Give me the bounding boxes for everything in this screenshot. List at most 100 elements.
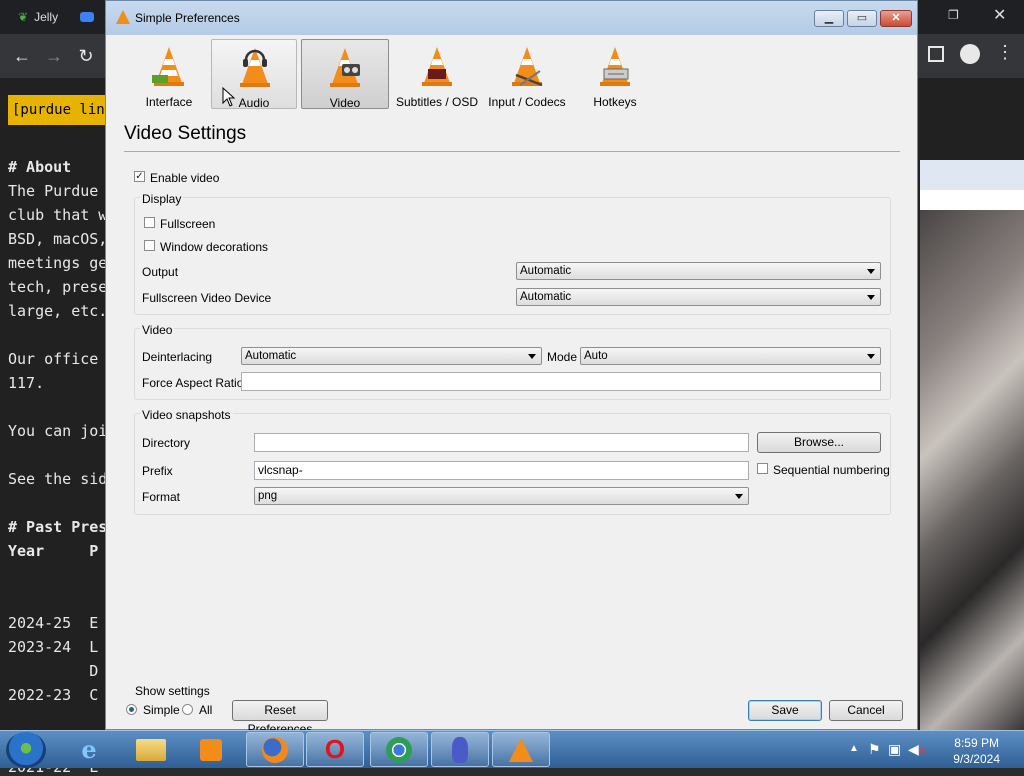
right-panel-strip	[920, 160, 1024, 190]
mode-label: Mode	[547, 350, 578, 364]
chevron-down-icon	[867, 295, 875, 300]
forward-arrow-icon[interactable]: →	[42, 44, 66, 68]
aspect-ratio-input[interactable]	[241, 372, 881, 391]
enable-video-checkbox[interactable]: ✓	[134, 171, 145, 182]
video-group-title: Video	[140, 323, 175, 337]
dialog-title: Simple Preferences	[135, 11, 240, 25]
format-dropdown[interactable]: png	[254, 487, 749, 505]
browse-button[interactable]: Browse...	[757, 432, 881, 453]
browser-tab-jelly[interactable]: ❦ Jelly	[18, 6, 58, 28]
close-button[interactable]: ✕	[880, 10, 912, 27]
save-button[interactable]: Save	[748, 700, 822, 721]
prefix-input[interactable]: vlcsnap-	[254, 461, 749, 480]
mouse-cursor-icon	[222, 87, 236, 107]
kebab-menu-icon[interactable]: ⋮	[996, 42, 1014, 63]
restore-icon[interactable]: ❐	[948, 4, 959, 26]
output-dropdown[interactable]: Automatic	[516, 262, 881, 280]
all-radio[interactable]	[182, 704, 193, 715]
background-text-line: The Purdue	[8, 182, 99, 200]
tab-hotkeys[interactable]: Hotkeys	[572, 39, 658, 109]
system-tray: ▲ ⚑ ▣ ◀✕ 8:59 PM 9/3/2024	[834, 731, 1024, 768]
window-decorations-label: Window decorations	[160, 240, 269, 254]
opera-icon[interactable]: O	[306, 732, 364, 767]
profile-avatar-icon[interactable]	[960, 44, 980, 64]
simple-radio[interactable]	[126, 704, 137, 715]
reload-icon[interactable]: ↻	[74, 44, 98, 68]
network-icon[interactable]: ▣	[888, 741, 901, 758]
video-cone-icon	[330, 48, 360, 87]
background-text-line: 117.	[8, 374, 45, 392]
hotkeys-cone-icon	[600, 47, 630, 86]
prefix-label: Prefix	[142, 464, 173, 478]
show-settings-title: Show settings	[135, 684, 210, 698]
tab-label: Interface	[145, 95, 193, 109]
chrome-icon[interactable]	[370, 732, 428, 767]
interface-cone-icon	[152, 47, 184, 86]
fullscreen-checkbox[interactable]	[144, 217, 155, 228]
close-icon[interactable]: ✕	[993, 4, 1006, 26]
browser-tab-2[interactable]	[80, 6, 94, 28]
deinterlacing-value: Automatic	[245, 350, 297, 362]
background-text-line: meetings ge	[8, 254, 108, 272]
reset-preferences-button[interactable]: Reset Preferences	[232, 700, 328, 736]
vlc-icon[interactable]	[492, 732, 550, 767]
tab-video[interactable]: Video	[301, 39, 389, 110]
output-label: Output	[142, 265, 179, 279]
tab-input-codecs[interactable]: Input / Codecs	[482, 39, 572, 109]
background-text-line: tech, prese	[8, 278, 108, 296]
background-text-line: 2022-23 C	[8, 686, 99, 704]
background-text-line: Our office	[8, 350, 99, 368]
deinterlacing-dropdown[interactable]: Automatic	[241, 347, 542, 365]
cancel-button[interactable]: Cancel	[829, 700, 903, 721]
browser-tab-label: Jelly	[34, 10, 59, 24]
dialog-titlebar[interactable]: Simple Preferences ▁ ▭ ✕	[106, 1, 917, 35]
media-player-icon[interactable]	[182, 732, 240, 767]
background-text-line: # Past Pres	[8, 518, 108, 536]
tab-subtitles-osd[interactable]: Subtitles / OSD	[392, 39, 482, 109]
background-text-line: BSD, macOS,	[8, 230, 108, 248]
background-text-line: You can joi	[8, 422, 108, 440]
format-value: png	[258, 490, 278, 502]
start-button[interactable]	[6, 732, 46, 768]
maximize-button[interactable]: ▭	[847, 10, 877, 27]
background-text-line: # About	[8, 158, 72, 176]
firefox-icon[interactable]	[246, 732, 304, 767]
fullscreen-device-dropdown[interactable]: Automatic	[516, 288, 881, 306]
background-text-line: club that w	[8, 206, 108, 224]
window-decorations-checkbox[interactable]	[144, 240, 155, 251]
tab-interface[interactable]: Interface	[126, 39, 212, 109]
title-divider	[124, 151, 900, 152]
page-banner[interactable]: [purdue lin	[8, 95, 118, 125]
format-label: Format	[142, 490, 181, 504]
tab-label: Video	[329, 96, 361, 110]
fullscreen-device-label: Fullscreen Video Device	[142, 291, 272, 305]
explorer-folder-icon[interactable]	[122, 732, 180, 767]
page-title: Video Settings	[124, 123, 247, 144]
clock-time: 8:59 PM	[954, 736, 999, 750]
sidebar-toggle-icon[interactable]	[928, 46, 944, 62]
tab-label: Subtitles / OSD	[395, 95, 479, 109]
subtitles-cone-icon	[422, 47, 452, 86]
right-white-strip	[920, 190, 1024, 210]
deinterlacing-label: Deinterlacing	[142, 350, 213, 364]
display-group-title: Display	[140, 192, 184, 206]
enable-video-label: Enable video	[150, 171, 220, 185]
background-text-line: large, etc.	[8, 302, 108, 320]
sequential-numbering-checkbox[interactable]	[757, 463, 768, 474]
volume-muted-icon[interactable]: ◀✕	[908, 741, 926, 758]
mode-dropdown[interactable]: Auto	[580, 347, 881, 365]
directory-input[interactable]	[254, 433, 749, 452]
tab-label: Hotkeys	[593, 95, 637, 109]
input-cone-icon	[512, 47, 543, 87]
internet-explorer-icon[interactable]: e	[60, 732, 118, 767]
gimp-icon[interactable]	[431, 732, 489, 767]
minimize-button[interactable]: ▁	[814, 10, 844, 27]
clock[interactable]: 8:59 PM 9/3/2024	[953, 735, 1000, 767]
show-hidden-icons-icon[interactable]: ▲	[849, 743, 859, 754]
browser-toolbar-right: ⋮	[920, 34, 1024, 78]
clock-date: 9/3/2024	[953, 752, 1000, 766]
action-center-flag-icon[interactable]: ⚑	[868, 741, 881, 758]
audio-cone-icon	[240, 48, 270, 87]
sequential-numbering-label: Sequential numbering	[773, 463, 890, 477]
back-arrow-icon[interactable]: ←	[10, 44, 34, 68]
